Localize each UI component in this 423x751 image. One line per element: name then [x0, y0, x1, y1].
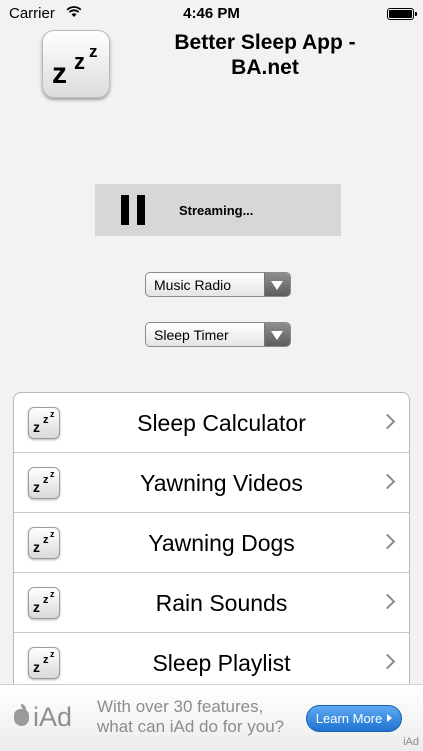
ad-line-1: With over 30 features, — [97, 697, 264, 716]
menu-item-rain-sounds[interactable]: zzz Rain Sounds — [14, 573, 409, 633]
iad-corner-label: iAd — [403, 736, 419, 748]
menu-item-label: Sleep Playlist — [152, 650, 291, 676]
zzz-icon: zzz — [28, 467, 60, 499]
play-arrow-icon — [387, 714, 393, 722]
menu-item-yawning-dogs[interactable]: zzz Yawning Dogs — [14, 513, 409, 573]
menu-item-label: Rain Sounds — [155, 590, 288, 616]
zzz-icon: zzz — [28, 587, 60, 619]
menu-item-yawning-videos[interactable]: zzz Yawning Videos — [14, 453, 409, 513]
zzz-icon: zzz — [28, 527, 60, 559]
menu-item-sleep-calculator[interactable]: zzz Sleep Calculator — [14, 393, 409, 453]
ad-banner[interactable]: iAd With over 30 features, what can iAd … — [0, 684, 423, 751]
zzz-icon: zzz — [28, 647, 60, 679]
chevron-right-icon — [379, 533, 396, 550]
menu-item-label: Sleep Calculator — [137, 410, 306, 436]
music-radio-select[interactable]: Music Radio — [145, 272, 291, 297]
learn-more-button[interactable]: Learn More — [306, 705, 402, 732]
zzz-icon: zzz — [28, 407, 60, 439]
app-title: Better Sleep App - BA.net — [174, 31, 356, 79]
chevron-right-icon — [379, 473, 396, 490]
ad-text: With over 30 features, what can iAd do f… — [97, 697, 284, 737]
chevron-right-icon — [379, 413, 396, 430]
status-bar: Carrier 4:46 PM — [0, 0, 423, 28]
chevron-right-icon — [379, 653, 396, 670]
ad-line-2: what can iAd do for you? — [97, 717, 285, 736]
sleep-timer-select[interactable]: Sleep Timer — [145, 322, 291, 347]
chevron-right-icon — [379, 593, 396, 610]
stream-status: Streaming... — [179, 203, 254, 218]
dropdown-arrow-icon — [264, 273, 290, 296]
music-radio-label: Music Radio — [154, 277, 232, 293]
battery-icon — [387, 8, 417, 20]
app-logo-icon: z z z — [42, 30, 110, 98]
clock: 4:46 PM — [183, 5, 240, 22]
sleep-timer-label: Sleep Timer — [154, 327, 229, 343]
learn-more-label: Learn More — [315, 711, 383, 726]
menu-list: zzz Sleep Calculator zzz Yawning Videos … — [13, 392, 410, 692]
apple-logo-icon — [14, 704, 29, 726]
menu-item-label: Yawning Videos — [140, 470, 303, 496]
iad-brand: iAd — [33, 702, 73, 732]
dropdown-arrow-icon — [264, 323, 290, 346]
pause-icon[interactable] — [121, 195, 147, 225]
menu-item-label: Yawning Dogs — [148, 530, 295, 556]
stream-player: Streaming... — [95, 184, 341, 236]
